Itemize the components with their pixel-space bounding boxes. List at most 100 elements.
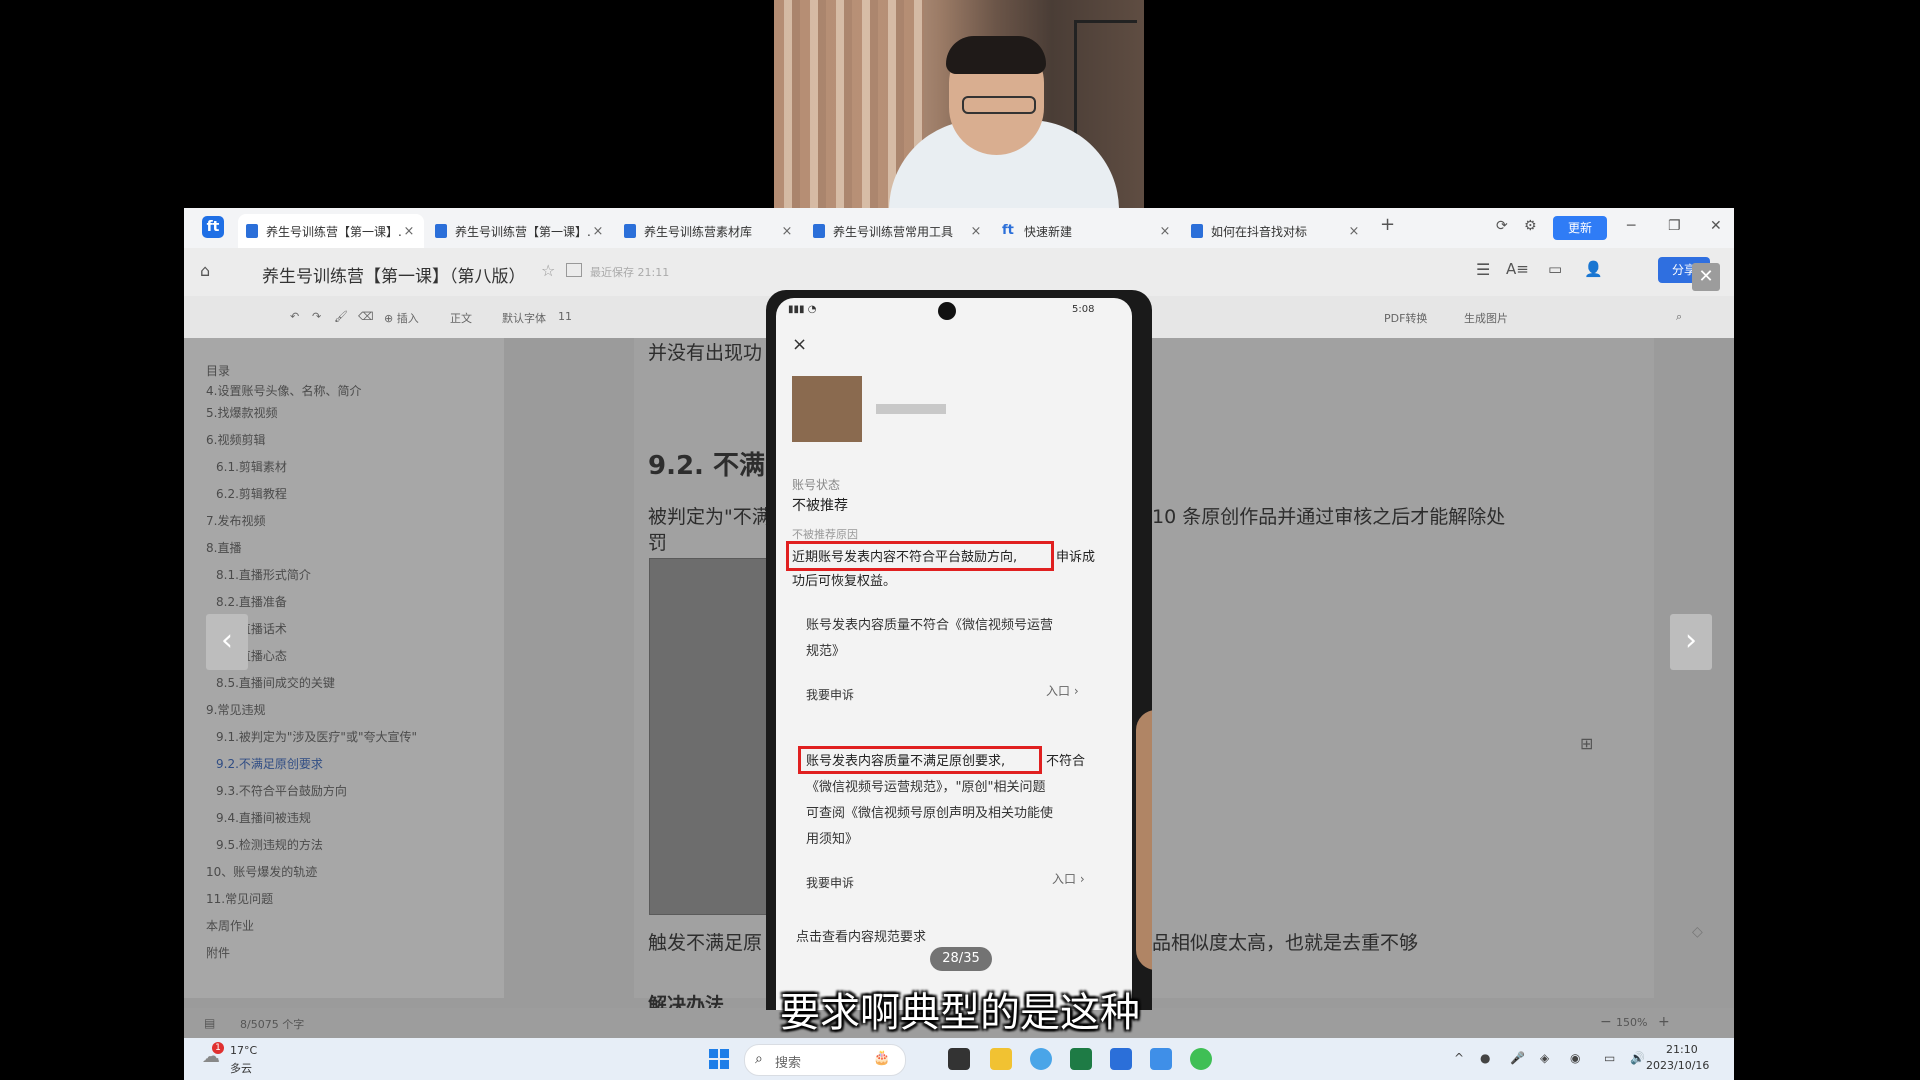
toc-item[interactable]: 6.1.剪辑素材 [216,458,287,475]
star-icon[interactable]: ☆ [541,261,555,280]
tray-app-icon[interactable]: ● [1480,1051,1490,1065]
toc-item[interactable]: 8.5.直播间成交的关键 [216,674,335,691]
toc-item[interactable]: 5.找爆款视频 [206,404,277,421]
kdocs-icon: ft [1002,223,1014,238]
toc-item[interactable]: 8.2.直播准备 [216,593,287,610]
collaborator-icon[interactable]: 👤 [1584,260,1603,278]
file-explorer-icon[interactable] [990,1048,1012,1070]
appeal-link[interactable]: 我要申诉 [806,874,854,891]
toc-item[interactable]: 8.1.直播形式简介 [216,566,311,583]
excel-icon[interactable] [1070,1048,1092,1070]
restore-button[interactable]: ❐ [1668,218,1681,234]
toc-item[interactable]: 6.视频剪辑 [206,431,265,448]
close-icon[interactable]: × [792,334,807,355]
undo-icon[interactable]: ↶ [290,310,299,323]
toc-item[interactable]: 9.常见违规 [206,701,265,718]
browser-icon[interactable] [1030,1048,1052,1070]
pdf-convert-button[interactable]: PDF转换 [1384,310,1427,326]
comment-icon[interactable]: ⊞ [1580,734,1593,753]
signal-icon: ▮▮▮ ◔ [788,304,817,315]
item2-highlight: 账号发表内容质量不满足原创要求, [806,754,1006,769]
generate-image-button[interactable]: 生成图片 [1464,310,1508,326]
view-rules-link[interactable]: 点击查看内容规范要求 [796,926,926,945]
kdocs-logo-icon[interactable]: ft [202,216,224,238]
present-icon[interactable]: ▭ [1548,260,1562,278]
toc-item[interactable]: 4.设置账号头像、名称、简介 [206,382,361,399]
close-icon[interactable]: × [402,224,416,239]
close-icon[interactable]: × [1158,224,1172,239]
display-icon[interactable]: ▭ [1604,1051,1615,1065]
doc-icon [246,224,258,238]
toc-item[interactable]: 本周作业 [206,917,254,934]
close-icon[interactable]: × [1347,224,1361,239]
weather-temp[interactable]: 17°C [230,1044,257,1057]
video-app-icon[interactable] [1150,1048,1172,1070]
presenter-glasses [962,96,1036,114]
item2-line2: 《微信视频号运营规范》，"原创"相关问题 [806,780,1046,795]
close-icon[interactable]: × [780,224,794,239]
close-icon[interactable]: × [969,224,983,239]
appeal-link[interactable]: 我要申诉 [806,686,854,703]
entry-link[interactable]: 入口 › [1046,682,1079,699]
network-icon[interactable]: ◈ [1540,1051,1549,1065]
kdocs-taskbar-icon[interactable] [1110,1048,1132,1070]
tab-bar: ft 养生号训练营【第一课】... × 养生号训练营【第一课】... × 养生号… [184,208,1734,249]
next-image-button[interactable]: › [1670,614,1712,670]
size-select[interactable]: 11 [558,310,572,323]
tab-1[interactable]: 养生号训练营【第一课】... × [427,214,613,248]
item2-line4: 用须知》 [806,832,859,847]
toc-item[interactable]: 9.1.被判定为"涉及医疗"或"夸大宣传" [216,728,417,745]
toc-item[interactable]: 附件 [206,944,230,961]
security-icon[interactable]: ◉ [1570,1051,1580,1065]
doc-icon [813,224,825,238]
move-icon[interactable] [566,263,582,277]
toc-item[interactable]: 9.3.不符合平台鼓励方向 [216,782,347,799]
home-icon[interactable]: ⌂ [200,261,210,280]
style-select[interactable]: 正文 [450,310,472,326]
close-icon[interactable]: × [591,224,605,239]
toc-item-selected[interactable]: 9.2.不满足原创要求 [216,755,323,772]
taskbar-search[interactable]: ⌕ 搜索 🎂 [744,1044,906,1076]
task-view-icon[interactable] [948,1048,970,1070]
minimize-button[interactable]: ─ [1627,218,1635,234]
clock-date[interactable]: 2023/10/16 [1646,1059,1709,1072]
font-size-icon[interactable]: A≡ [1506,260,1529,278]
menu-icon[interactable]: ☰ [1476,260,1490,279]
tab-3[interactable]: 养生号训练营常用工具 × [805,214,991,248]
shield-icon[interactable]: ◇ [1692,924,1703,940]
toc-item[interactable]: 10、账号爆发的轨迹 [206,863,317,880]
font-select[interactable]: 默认字体 [502,310,546,326]
windows-start-icon[interactable] [708,1048,730,1070]
redo-icon[interactable]: ↷ [312,310,321,323]
toc-item[interactable]: 6.2.剪辑教程 [216,485,287,502]
new-tab-button[interactable]: + [1380,214,1395,235]
entry-link[interactable]: 入口 › [1052,870,1085,887]
document-title[interactable]: 养生号训练营【第一课】（第八版） [262,262,526,287]
settings-icon[interactable]: ⚙ [1524,218,1537,234]
toc-item[interactable]: 9.5.检测违规的方法 [216,836,323,853]
wechat-icon[interactable] [1190,1048,1212,1070]
insert-button[interactable]: ⊕ 插入 [384,310,419,326]
tab-5[interactable]: 如何在抖音找对标 × [1183,214,1369,248]
microphone-icon[interactable]: 🎤 [1510,1051,1525,1065]
toc-item[interactable]: 11.常见问题 [206,890,273,907]
weather-desc[interactable]: 多云 [230,1060,252,1076]
close-viewer-button[interactable]: ✕ [1692,263,1720,291]
tab-0[interactable]: 养生号训练营【第一课】... × [238,214,424,248]
volume-icon[interactable]: 🔊 [1630,1051,1645,1065]
doc-screenshot-image[interactable] [649,558,771,915]
tab-2[interactable]: 养生号训练营素材库 × [616,214,802,248]
tray-chevron-icon[interactable]: ^ [1454,1051,1464,1065]
clock-time[interactable]: 21:10 [1666,1043,1698,1056]
toc-item[interactable]: 8.直播 [206,539,241,556]
toc-item[interactable]: 7.发布视频 [206,512,265,529]
sync-icon[interactable]: ⟳ [1496,218,1508,234]
tab-4[interactable]: ft 快速新建 × [994,214,1180,248]
window-close-button[interactable]: ✕ [1710,218,1722,234]
search-icon[interactable]: ⌕ [1676,310,1682,324]
update-button[interactable]: 更新 [1553,216,1607,240]
clear-format-icon[interactable]: ⌫ [358,310,374,323]
format-painter-icon[interactable]: 🖌 [334,310,348,323]
toc-item[interactable]: 9.4.直播间被违规 [216,809,311,826]
previous-image-button[interactable]: ‹ [206,614,248,670]
